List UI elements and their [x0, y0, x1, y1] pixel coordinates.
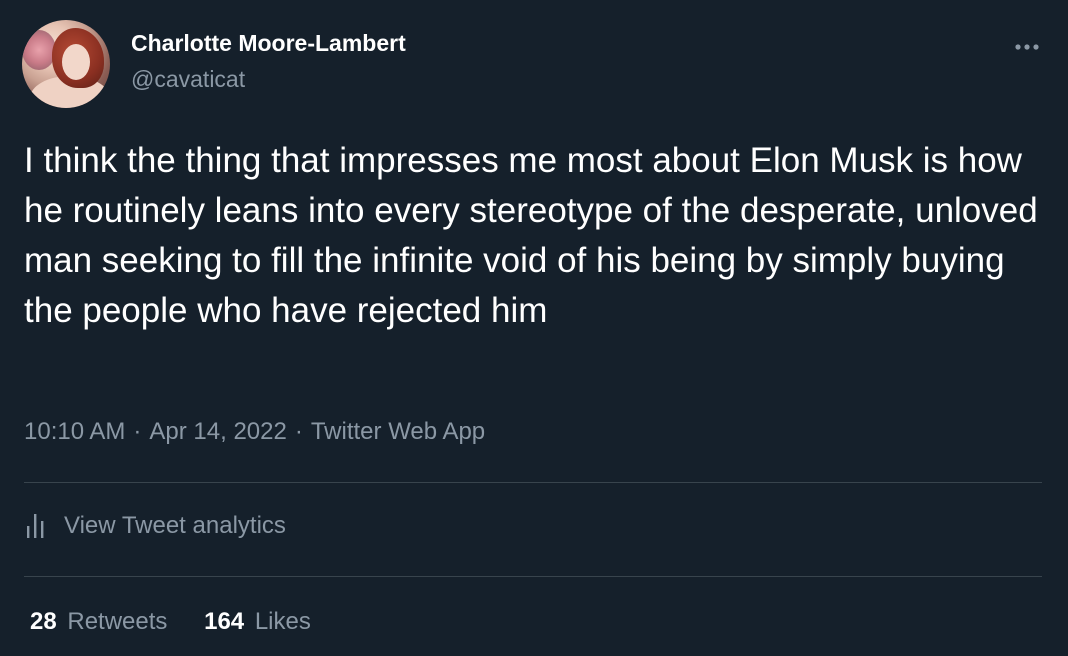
avatar-flowers	[22, 30, 56, 70]
separator: ·	[133, 418, 142, 445]
tweet-meta: 10:10 AM · Apr 14, 2022 · Twitter Web App	[24, 418, 485, 446]
bar-chart-icon	[24, 512, 48, 540]
tweet-source[interactable]: Twitter Web App	[311, 418, 485, 445]
likes-stat[interactable]: 164 Likes	[204, 608, 311, 635]
author-handle[interactable]: @cavaticat	[131, 66, 245, 93]
tweet-stats: 28 Retweets 164 Likes	[30, 608, 341, 636]
tweet-date[interactable]: Apr 14, 2022	[149, 418, 286, 445]
divider	[24, 576, 1042, 577]
tweet-card: Charlotte Moore-Lambert @cavaticat I thi…	[0, 0, 1068, 656]
separator: ·	[294, 418, 303, 445]
retweets-count: 28	[30, 608, 57, 635]
retweets-label: Retweets	[67, 608, 168, 635]
view-analytics-link[interactable]: View Tweet analytics	[24, 512, 286, 540]
likes-count: 164	[204, 608, 245, 635]
avatar-face	[62, 44, 90, 80]
more-horizontal-icon[interactable]	[1014, 34, 1040, 54]
divider	[24, 482, 1042, 483]
tweet-text: I think the thing that impresses me most…	[24, 141, 1038, 330]
avatar[interactable]	[22, 20, 110, 108]
likes-label: Likes	[254, 608, 311, 635]
analytics-label: View Tweet analytics	[64, 512, 286, 539]
retweets-stat[interactable]: 28 Retweets	[30, 608, 167, 635]
author-name[interactable]: Charlotte Moore-Lambert	[131, 30, 406, 57]
tweet-time[interactable]: 10:10 AM	[24, 418, 125, 445]
